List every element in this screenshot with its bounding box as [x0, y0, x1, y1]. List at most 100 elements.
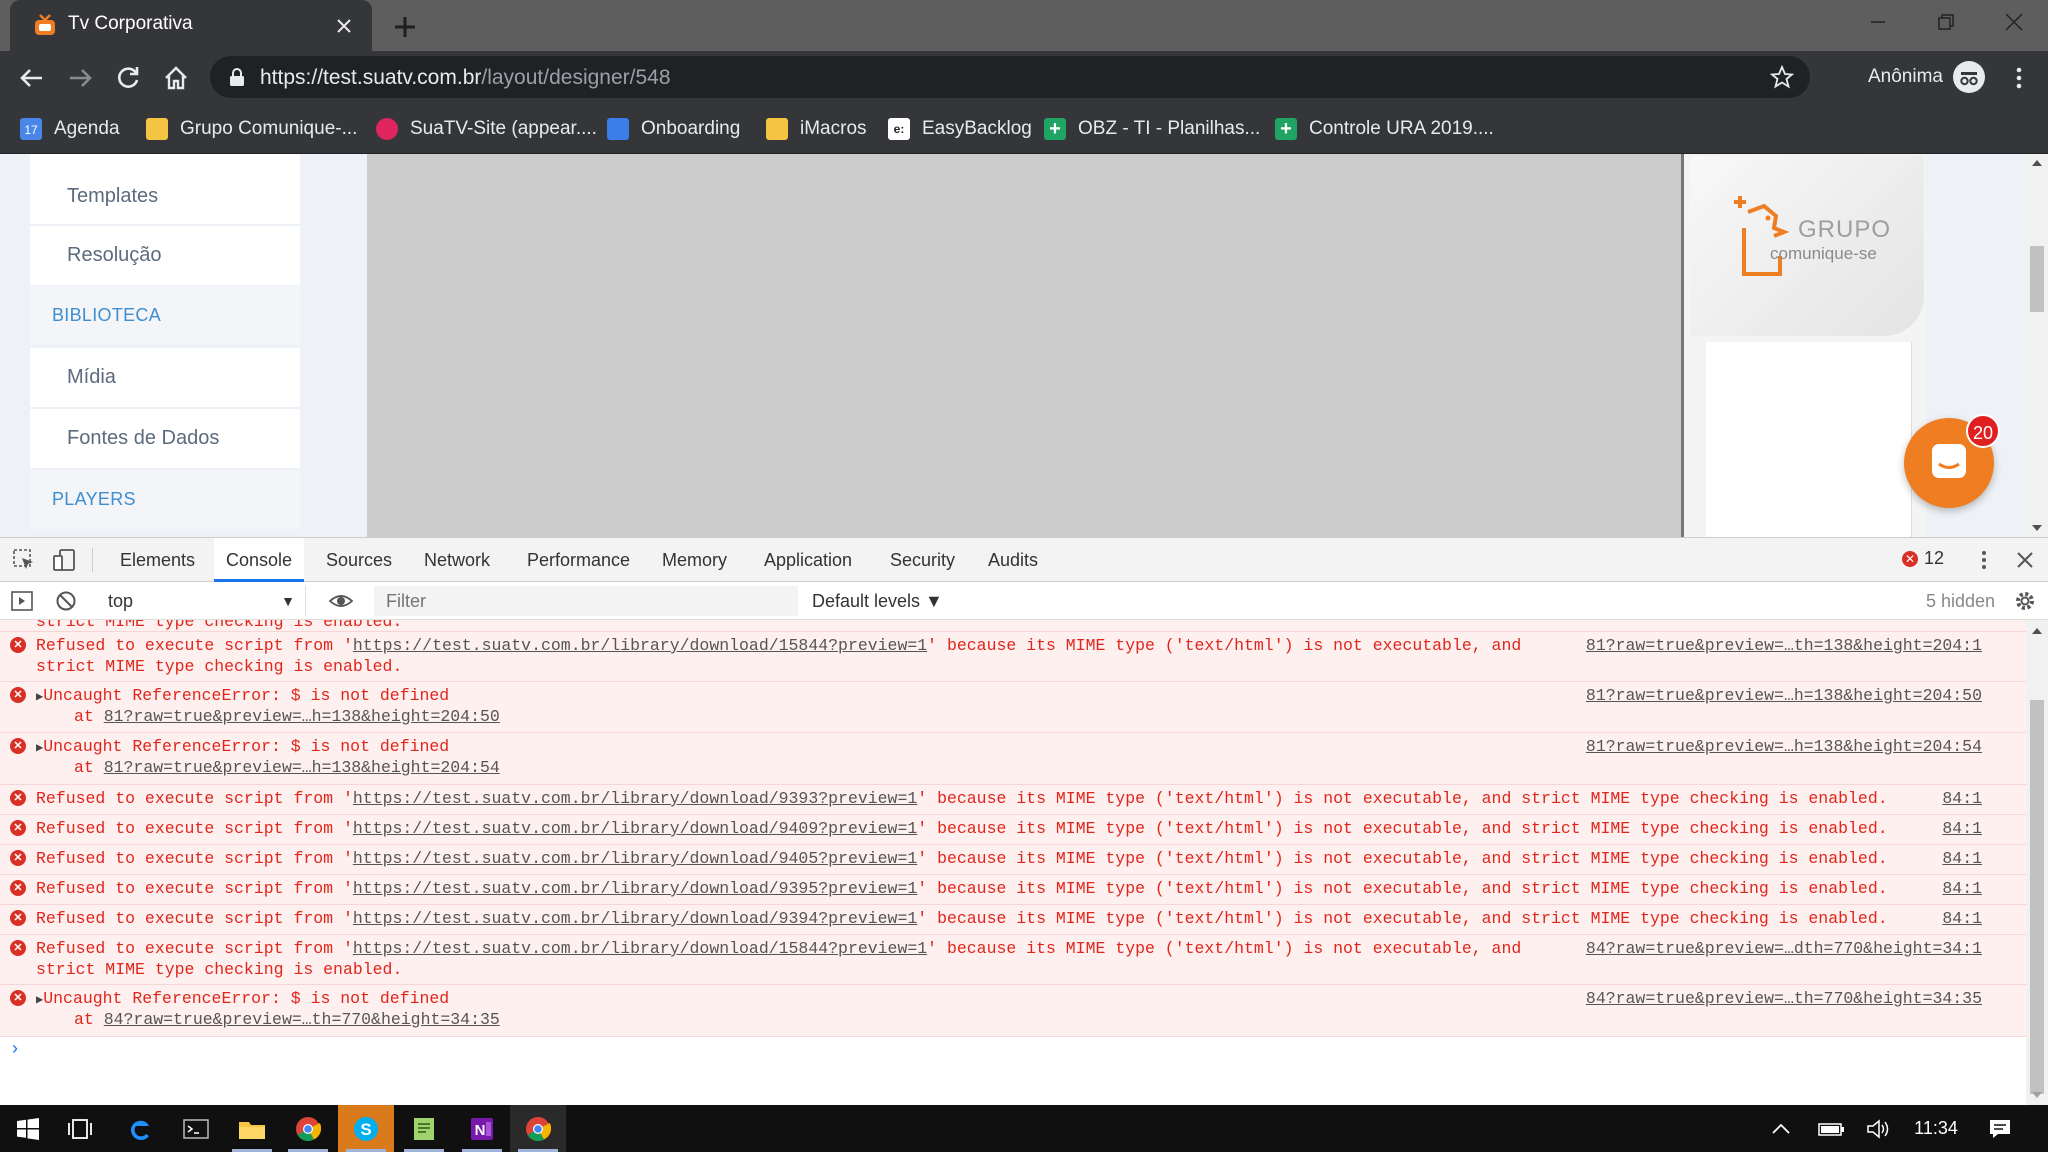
scroll-up-icon[interactable]: [2031, 626, 2043, 636]
back-arrow-icon[interactable]: [18, 64, 46, 92]
console-scrollbar[interactable]: [2026, 620, 2048, 1106]
source-link[interactable]: 84?raw=true&preview=…dth=770&height=34:1: [1586, 938, 1982, 959]
notepad-icon[interactable]: [396, 1105, 452, 1152]
clear-console-icon[interactable]: [54, 589, 78, 613]
tab-memory[interactable]: Memory: [650, 538, 739, 582]
tab-security[interactable]: Security: [878, 538, 967, 582]
source-link[interactable]: 81?raw=true&preview=…h=138&height=204:50: [1586, 685, 1982, 706]
inspect-element-icon[interactable]: [12, 548, 36, 572]
sidebar-item-midia[interactable]: Mídia: [30, 348, 300, 407]
source-link[interactable]: 84:1: [1942, 848, 1982, 869]
stack-link[interactable]: 81?raw=true&preview=…h=138&height=204:50: [104, 707, 500, 726]
bookmark-easybacklog[interactable]: e: EasyBacklog: [888, 114, 1032, 144]
tab-audits[interactable]: Audits: [976, 538, 1050, 582]
source-link[interactable]: 81?raw=true&preview=…h=138&height=204:54: [1586, 736, 1982, 757]
script-link[interactable]: https://test.suatv.com.br/library/downlo…: [353, 879, 917, 898]
console-filter-input[interactable]: [374, 586, 798, 616]
scrollbar-thumb[interactable]: [2030, 246, 2044, 312]
page-scrollbar[interactable]: [2026, 154, 2048, 537]
url-text[interactable]: https://test.suatv.com.br/layout/designe…: [260, 66, 671, 90]
tab-application[interactable]: Application: [752, 538, 864, 582]
edge-icon[interactable]: [112, 1105, 168, 1152]
scroll-down-icon[interactable]: [2031, 523, 2043, 533]
close-window-icon[interactable]: [1983, 0, 2045, 44]
bookmark-suatv[interactable]: SuaTV-Site (appear....: [376, 114, 597, 144]
tab-sources[interactable]: Sources: [314, 538, 404, 582]
source-link[interactable]: 81?raw=true&preview=…th=138&height=204:1: [1586, 635, 1982, 656]
stack-link[interactable]: 84?raw=true&preview=…th=770&height=34:35: [104, 1010, 500, 1029]
source-link[interactable]: 84:1: [1942, 908, 1982, 929]
chrome-icon[interactable]: [510, 1105, 566, 1152]
stack-link[interactable]: 81?raw=true&preview=…h=138&height=204:54: [104, 758, 500, 777]
bookmark-onboarding[interactable]: Onboarding: [607, 114, 740, 144]
script-link[interactable]: https://test.suatv.com.br/library/downlo…: [353, 849, 917, 868]
reload-icon[interactable]: [114, 64, 142, 92]
scroll-down-icon[interactable]: [2031, 1090, 2043, 1100]
source-link[interactable]: 84:1: [1942, 818, 1982, 839]
logo-text-comunique: comunique-se: [1770, 244, 1877, 263]
minimize-icon[interactable]: [1847, 0, 1909, 44]
sidebar-toggle-icon[interactable]: [10, 589, 34, 613]
terminal-icon[interactable]: [168, 1105, 224, 1152]
browser-tab[interactable]: Tv Corporativa: [10, 0, 372, 51]
skype-icon[interactable]: S: [338, 1105, 394, 1152]
show-hidden-icons-chevron-icon[interactable]: [1766, 1105, 1796, 1152]
log-levels-dropdown[interactable]: Default levels ▼: [812, 586, 943, 616]
tab-network[interactable]: Network: [412, 538, 502, 582]
bookmark-agenda[interactable]: 17 Agenda: [20, 114, 120, 144]
source-link[interactable]: 84:1: [1942, 788, 1982, 809]
lock-icon[interactable]: [228, 67, 246, 87]
script-link[interactable]: https://test.suatv.com.br/library/downlo…: [353, 789, 917, 808]
start-icon[interactable]: [0, 1105, 56, 1152]
volume-icon[interactable]: [1862, 1105, 1896, 1152]
chrome-icon[interactable]: [280, 1105, 336, 1152]
tab-performance[interactable]: Performance: [515, 538, 642, 582]
bookmark-grupo[interactable]: Grupo Comunique-...: [146, 114, 357, 144]
close-devtools-icon[interactable]: [2013, 548, 2037, 572]
task-view-icon[interactable]: [52, 1105, 108, 1152]
sidebar-item-fontes-de-dados[interactable]: Fontes de Dados: [30, 409, 300, 468]
address-bar[interactable]: https://test.suatv.com.br/layout/designe…: [210, 56, 1810, 98]
battery-icon[interactable]: [1814, 1105, 1848, 1152]
clock-time[interactable]: 11:34: [1906, 1105, 1966, 1152]
chevron-down-icon: ▼: [281, 593, 295, 609]
restore-icon[interactable]: [1915, 0, 1977, 44]
bookmark-imacros[interactable]: iMacros: [766, 114, 867, 144]
tab-elements[interactable]: Elements: [108, 538, 207, 582]
source-link[interactable]: 84:1: [1942, 878, 1982, 899]
error-count-badge[interactable]: ✕ 12: [1902, 548, 1944, 569]
sidebar-item-templates[interactable]: Templates: [30, 154, 300, 224]
message-text[interactable]: ▶Uncaught ReferenceError: $ is not defin…: [36, 988, 449, 1011]
source-link[interactable]: 84?raw=true&preview=…th=770&height=34:35: [1586, 988, 1982, 1009]
script-link[interactable]: https://test.suatv.com.br/library/downlo…: [353, 819, 917, 838]
devtools-menu-icon[interactable]: [1972, 548, 1996, 572]
bookmark-star-icon[interactable]: [1770, 65, 1794, 89]
bookmark-controle-ura[interactable]: + Controle URA 2019....: [1275, 114, 1494, 144]
context-selector[interactable]: top ▼: [96, 586, 306, 616]
script-link[interactable]: https://test.suatv.com.br/library/downlo…: [353, 939, 927, 958]
script-link[interactable]: https://test.suatv.com.br/library/downlo…: [353, 636, 927, 655]
bookmark-obz[interactable]: + OBZ - TI - Planilhas...: [1044, 114, 1260, 144]
console-settings-gear-icon[interactable]: [2013, 589, 2037, 613]
close-tab-icon[interactable]: [332, 14, 356, 38]
new-tab-icon[interactable]: [390, 12, 420, 42]
message-text[interactable]: ▶Uncaught ReferenceError: $ is not defin…: [36, 685, 449, 708]
tab-console[interactable]: Console: [214, 538, 305, 582]
message-text[interactable]: ▶Uncaught ReferenceError: $ is not defin…: [36, 736, 449, 759]
console-prompt-icon[interactable]: ›: [12, 1038, 18, 1059]
scroll-up-icon[interactable]: [2031, 158, 2043, 168]
sidebar-item-resolucao[interactable]: Resolução: [30, 226, 300, 285]
scrollbar-thumb[interactable]: [2030, 700, 2044, 1094]
profile-label[interactable]: Anônima: [1868, 66, 1943, 88]
forward-arrow-icon[interactable]: [66, 64, 94, 92]
incognito-icon[interactable]: [1953, 61, 1985, 93]
home-icon[interactable]: [162, 64, 190, 92]
live-expression-eye-icon[interactable]: [328, 589, 354, 613]
file-explorer-icon[interactable]: [224, 1105, 280, 1152]
onenote-icon[interactable]: N: [454, 1105, 510, 1152]
script-link[interactable]: https://test.suatv.com.br/library/downlo…: [353, 909, 917, 928]
action-center-icon[interactable]: [1980, 1105, 2020, 1152]
device-toolbar-icon[interactable]: [52, 548, 76, 572]
designer-canvas[interactable]: [367, 154, 1683, 537]
browser-menu-icon[interactable]: [2005, 64, 2033, 92]
